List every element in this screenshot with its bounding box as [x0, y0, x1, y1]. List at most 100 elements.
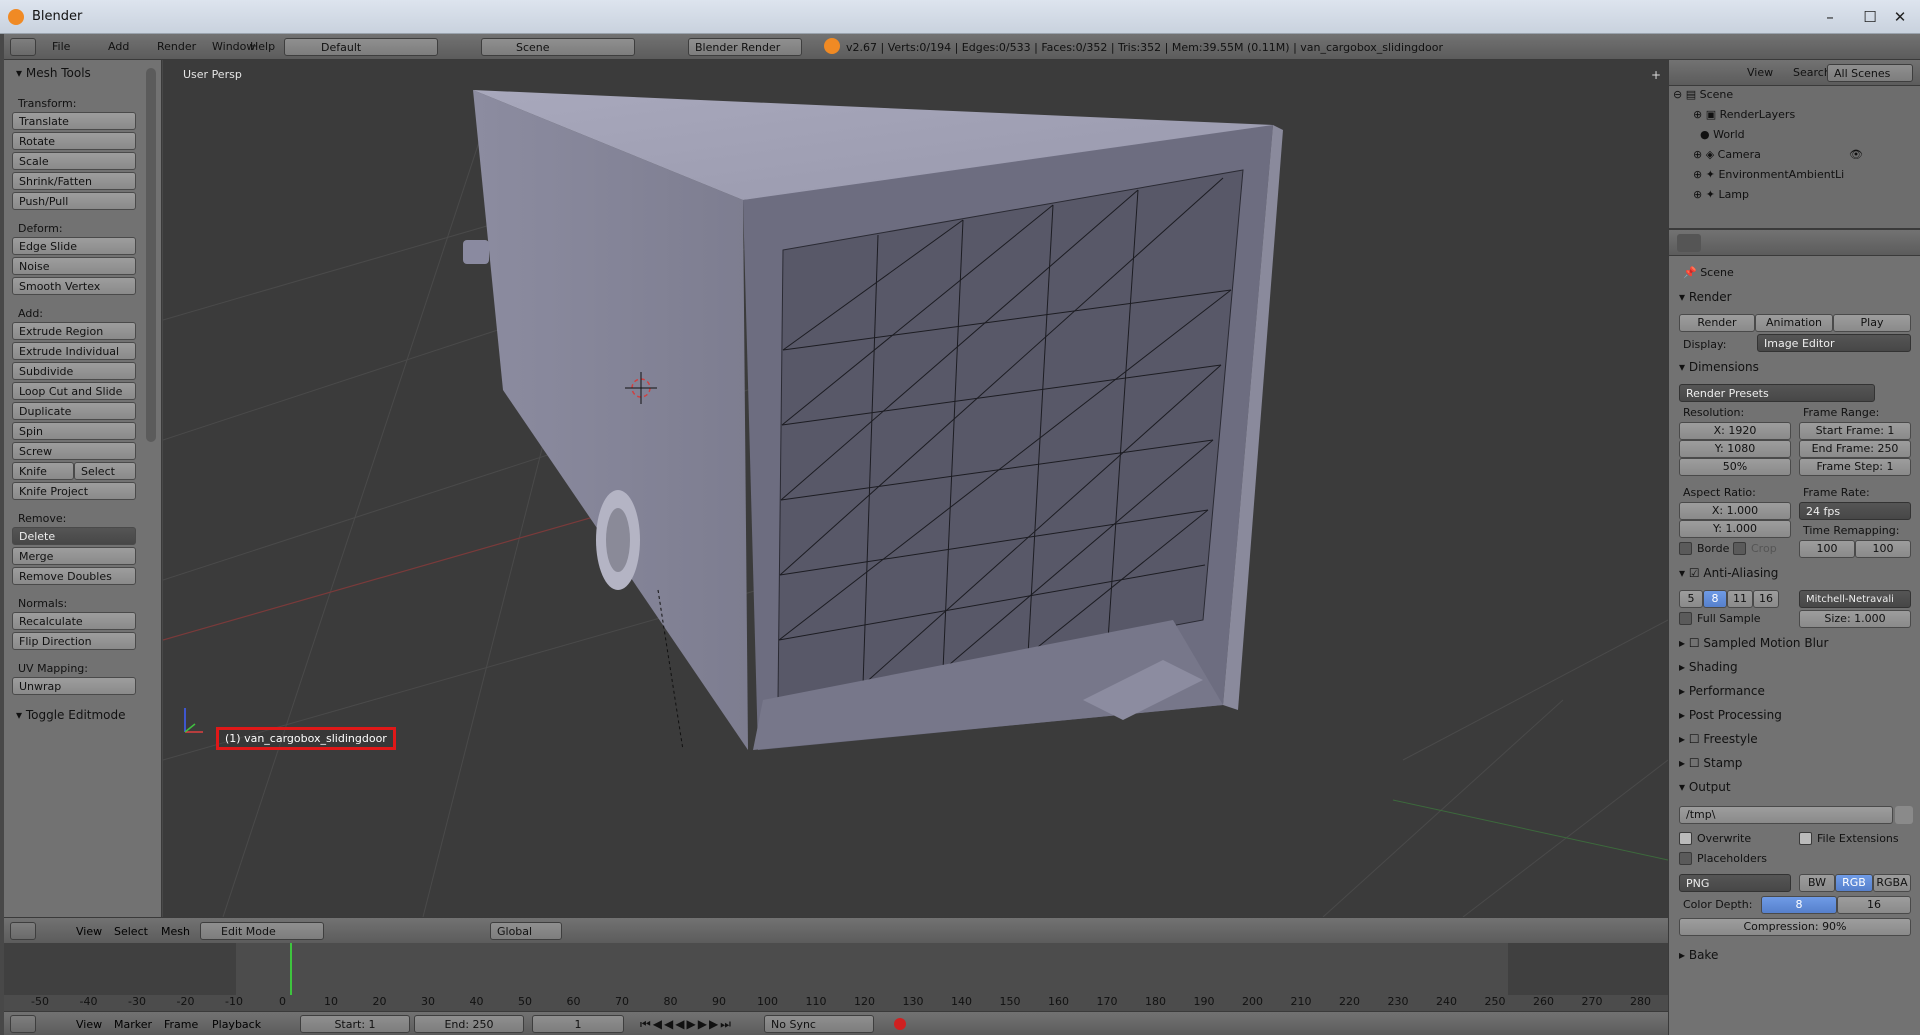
time-remap-new-field[interactable]: 100 — [1855, 540, 1911, 558]
frame-rate-select[interactable]: 24 fps — [1799, 502, 1911, 520]
resolution-y-field[interactable]: Y: 1080 — [1679, 440, 1791, 458]
editor-type-button[interactable] — [10, 1015, 36, 1033]
menu-window[interactable]: Window — [212, 40, 255, 53]
layout-selector[interactable]: Default — [284, 38, 438, 56]
full-sample-checkbox[interactable] — [1679, 612, 1692, 625]
display-select[interactable]: Image Editor — [1757, 334, 1911, 352]
scale-button[interactable]: Scale — [12, 152, 136, 170]
compression-slider[interactable]: Compression: 90% — [1679, 918, 1911, 936]
time-remap-old-field[interactable]: 100 — [1799, 540, 1855, 558]
toolshelf-scrollbar[interactable] — [146, 68, 156, 442]
aspect-y-field[interactable]: Y: 1.000 — [1679, 520, 1791, 538]
animation-button[interactable]: Animation — [1755, 314, 1833, 332]
sync-mode-select[interactable]: No Sync — [764, 1015, 874, 1033]
scene-selector[interactable]: Scene — [481, 38, 635, 56]
start-frame-field[interactable]: Start Frame: 1 — [1799, 422, 1911, 440]
aa-filter-select[interactable]: Mitchell-Netravali — [1799, 590, 1911, 608]
spin-button[interactable]: Spin — [12, 422, 136, 440]
knife-project-button[interactable]: Knife Project — [12, 482, 136, 500]
menu-select[interactable]: Select — [114, 925, 148, 938]
aa-samples-5[interactable]: 5 — [1679, 590, 1703, 608]
panel-freestyle[interactable]: ▸ ☐ Freestyle — [1679, 732, 1758, 746]
loop-cut-slide-button[interactable]: Loop Cut and Slide — [12, 382, 136, 400]
screw-button[interactable]: Screw — [12, 442, 136, 460]
outliner-item-lamp[interactable]: ⊕ ✦ Lamp — [1693, 188, 1920, 208]
editor-type-button[interactable] — [10, 922, 36, 940]
menu-search[interactable]: Search — [1793, 66, 1831, 79]
render-tab-icon[interactable] — [1713, 234, 1733, 252]
color-mode-rgb[interactable]: RGB — [1835, 874, 1873, 892]
frame-step-field[interactable]: Frame Step: 1 — [1799, 458, 1911, 476]
aa-size-field[interactable]: Size: 1.000 — [1799, 610, 1911, 628]
delete-menu[interactable]: Delete — [12, 527, 136, 545]
outliner-item-renderlayers[interactable]: ⊕ ▣ RenderLayers — [1693, 108, 1920, 128]
aa-samples-11[interactable]: 11 — [1727, 590, 1753, 608]
overwrite-checkbox[interactable] — [1679, 832, 1692, 845]
resolution-x-field[interactable]: X: 1920 — [1679, 422, 1791, 440]
menu-view[interactable]: View — [76, 925, 102, 938]
flip-direction-button[interactable]: Flip Direction — [12, 632, 136, 650]
menu-frame[interactable]: Frame — [164, 1018, 198, 1031]
panel-render[interactable]: ▾ Render — [1679, 290, 1732, 304]
panel-anti-aliasing[interactable]: ▾ ☑ Anti-Aliasing — [1679, 566, 1778, 580]
end-frame-field[interactable]: End: 250 — [414, 1015, 524, 1033]
outliner-item-world[interactable]: ● World — [1693, 128, 1920, 148]
merge-button[interactable]: Merge — [12, 547, 136, 565]
duplicate-button[interactable]: Duplicate — [12, 402, 136, 420]
editor-type-button[interactable] — [10, 38, 36, 56]
toggle-editmode-panel[interactable]: ▾ Toggle Editmode — [16, 708, 126, 722]
menu-add[interactable]: Add — [108, 40, 129, 53]
unwrap-button[interactable]: Unwrap — [12, 677, 136, 695]
record-icon[interactable] — [894, 1018, 906, 1030]
panel-sampled-motion-blur[interactable]: ▸ ☐ Sampled Motion Blur — [1679, 636, 1828, 650]
menu-playback[interactable]: Playback — [212, 1018, 261, 1031]
folder-icon[interactable] — [1895, 806, 1913, 824]
properties-toggle-icon[interactable]: + — [1651, 68, 1661, 82]
menu-view[interactable]: View — [76, 1018, 102, 1031]
outliner-item-environment[interactable]: ⊕ ✦ EnvironmentAmbientLi — [1693, 168, 1920, 188]
minimize-icon[interactable]: – — [1810, 4, 1850, 30]
remove-doubles-button[interactable]: Remove Doubles — [12, 567, 136, 585]
output-path-field[interactable]: /tmp\ — [1679, 806, 1893, 824]
color-mode-bw[interactable]: BW — [1799, 874, 1835, 892]
subdivide-button[interactable]: Subdivide — [12, 362, 136, 380]
color-mode-rgba[interactable]: RGBA — [1873, 874, 1911, 892]
start-frame-field[interactable]: Start: 1 — [300, 1015, 410, 1033]
panel-performance[interactable]: ▸ Performance — [1679, 684, 1765, 698]
crop-checkbox[interactable] — [1733, 542, 1746, 555]
panel-output[interactable]: ▾ Output — [1679, 780, 1731, 794]
menu-file[interactable]: File — [52, 40, 70, 53]
panel-dimensions[interactable]: ▾ Dimensions — [1679, 360, 1759, 374]
close-icon[interactable]: ✕ — [1880, 4, 1920, 30]
render-engine-select[interactable]: Blender Render — [688, 38, 802, 56]
placeholders-checkbox[interactable] — [1679, 852, 1692, 865]
translate-button[interactable]: Translate — [12, 112, 136, 130]
aspect-x-field[interactable]: X: 1.000 — [1679, 502, 1791, 520]
outliner-item-scene[interactable]: ⊖ ▤ Scene — [1673, 88, 1908, 108]
push-pull-button[interactable]: Push/Pull — [12, 192, 136, 210]
current-frame-field[interactable]: 1 — [532, 1015, 624, 1033]
shrink-fatten-button[interactable]: Shrink/Fatten — [12, 172, 136, 190]
panel-post-processing[interactable]: ▸ Post Processing — [1679, 708, 1782, 722]
menu-mesh[interactable]: Mesh — [161, 925, 190, 938]
outliner-item-camera[interactable]: ⊕ ◈ Camera — [1693, 148, 1920, 168]
color-depth-8[interactable]: 8 — [1761, 896, 1837, 914]
aa-samples-16[interactable]: 16 — [1753, 590, 1779, 608]
menu-view[interactable]: View — [1747, 66, 1773, 79]
panel-stamp[interactable]: ▸ ☐ Stamp — [1679, 756, 1742, 770]
play-button[interactable]: Play — [1833, 314, 1911, 332]
visibility-eye-icon[interactable]: 👁 — [1849, 148, 1863, 161]
recalculate-button[interactable]: Recalculate — [12, 612, 136, 630]
panel-title-mesh-tools[interactable]: ▾ Mesh Tools — [16, 66, 91, 80]
editor-type-button[interactable] — [1677, 234, 1701, 252]
file-extensions-checkbox[interactable] — [1799, 832, 1812, 845]
panel-bake[interactable]: ▸ Bake — [1679, 948, 1718, 962]
playback-controls[interactable]: ⏮◀◀◀▶▶▶⏭ — [640, 1017, 733, 1032]
3d-viewport[interactable]: User Persp (1) van_cargobox_slidingdoor … — [163, 60, 1668, 917]
smooth-vertex-button[interactable]: Smooth Vertex — [12, 277, 136, 295]
panel-shading[interactable]: ▸ Shading — [1679, 660, 1738, 674]
noise-button[interactable]: Noise — [12, 257, 136, 275]
resolution-percent-field[interactable]: 50% — [1679, 458, 1791, 476]
menu-marker[interactable]: Marker — [114, 1018, 152, 1031]
file-format-select[interactable]: PNG — [1679, 874, 1791, 892]
